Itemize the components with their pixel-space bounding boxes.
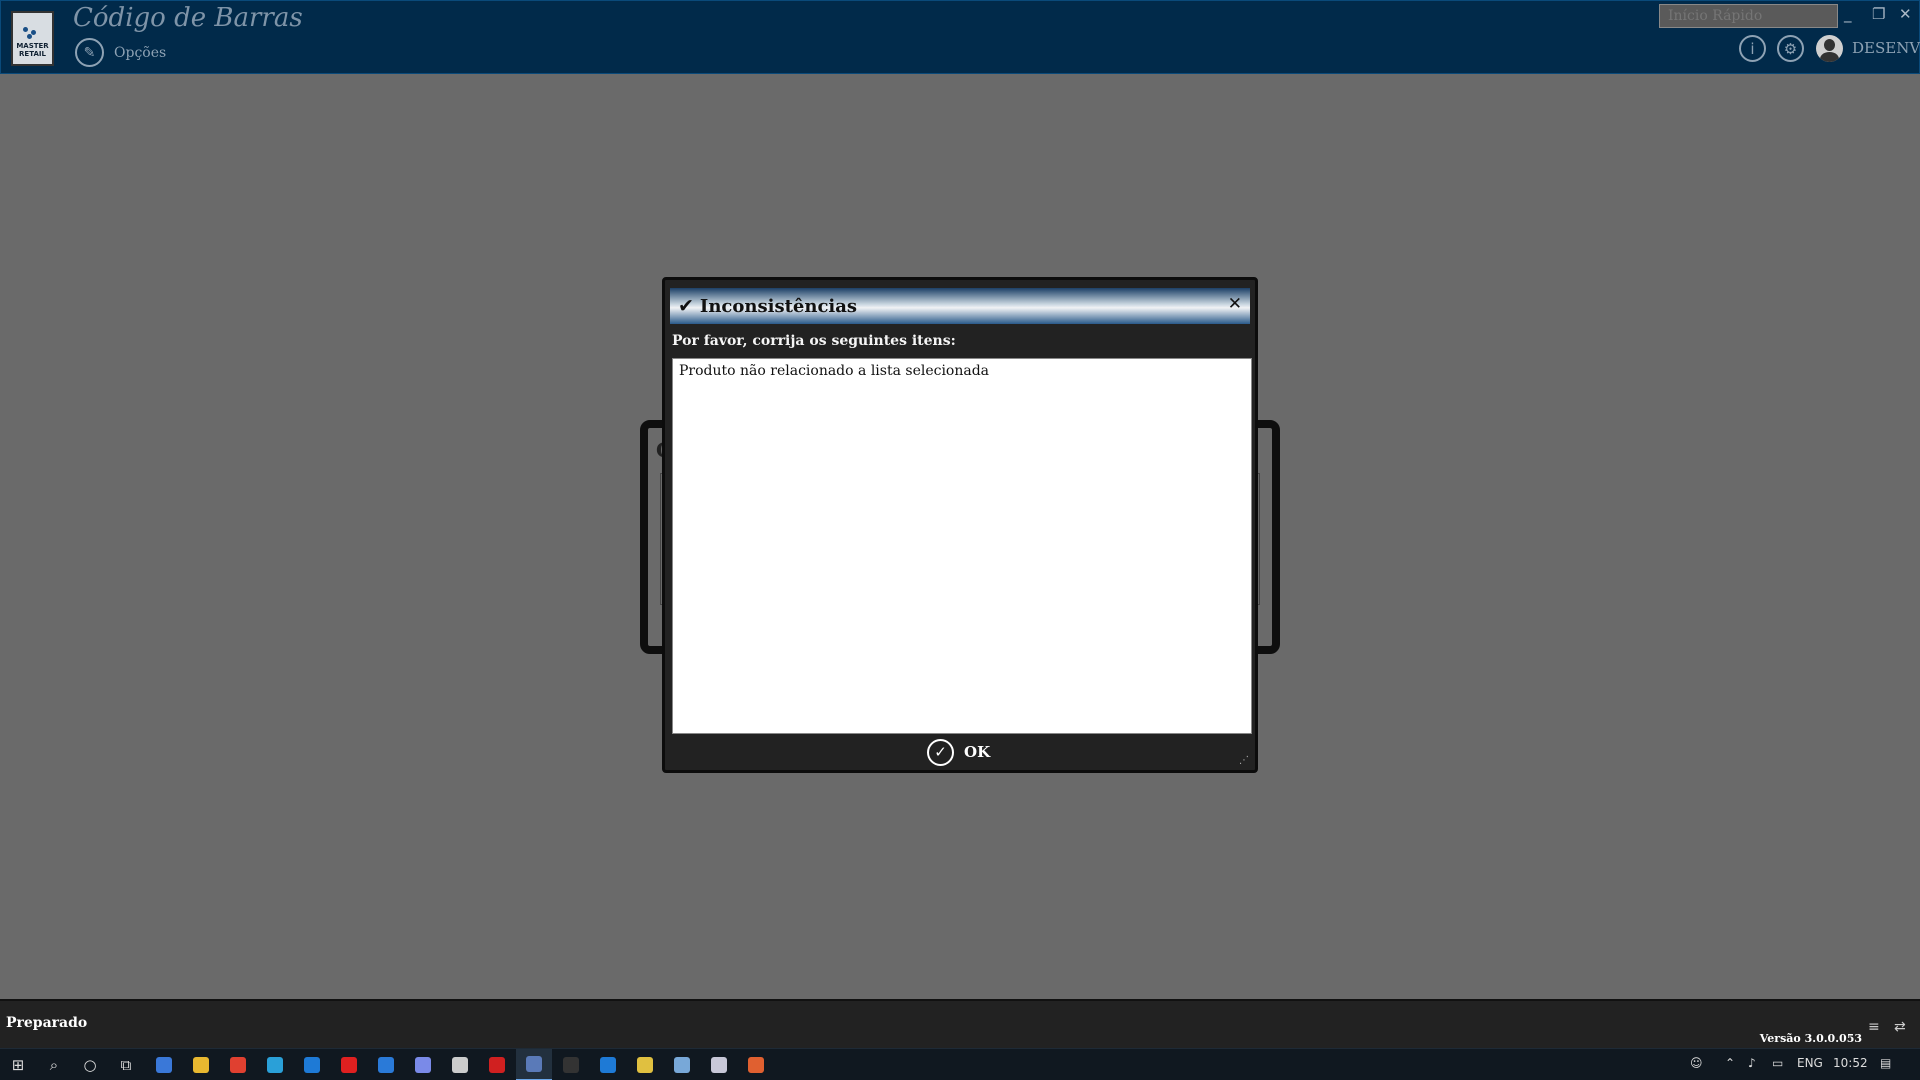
taskbar-edge-icon[interactable] — [257, 1049, 293, 1080]
database-icon: ≡ — [1868, 1019, 1880, 1035]
taskbar-app-blue-icon[interactable] — [664, 1049, 700, 1080]
master-retail-icon — [526, 1056, 542, 1072]
taskbar-master-retail-icon[interactable] — [516, 1049, 552, 1080]
app-generic-icon — [452, 1057, 468, 1073]
check-circle-icon: ✓ — [927, 738, 954, 766]
task-view-icon[interactable]: ⧉ — [108, 1049, 144, 1080]
taskbar-notepad-icon[interactable] — [627, 1049, 663, 1080]
opera-icon — [341, 1057, 357, 1073]
minimize-button[interactable]: _ — [1844, 5, 1852, 23]
ok-button[interactable]: ✓ OK — [927, 738, 990, 766]
tray-language[interactable]: ENG — [1797, 1056, 1823, 1070]
windows-taskbar: ⊞ ⌕ ○ ⧉ ☺ ⌃ ♪ ▭ ENG 10:52 ▤ — [0, 1048, 1920, 1080]
quick-start-input[interactable] — [1659, 4, 1838, 28]
battery-icon[interactable]: ▭ — [1772, 1056, 1783, 1070]
dialog-title: Inconsistências — [699, 295, 858, 317]
discord-icon — [415, 1057, 431, 1073]
mail-icon — [378, 1057, 394, 1073]
taskbar-vscode-icon[interactable] — [294, 1049, 330, 1080]
app-blue-icon — [674, 1057, 690, 1073]
network-icon: ⇄ — [1894, 1019, 1906, 1035]
file-explorer-icon — [193, 1057, 209, 1073]
taskbar-vscode-2-icon[interactable] — [590, 1049, 626, 1080]
inconsistencies-dialog: ✔ Inconsistências ✕ Por favor, corrija o… — [662, 277, 1258, 773]
status-text: Preparado — [6, 1015, 88, 1031]
volume-icon[interactable]: ♪ — [1748, 1056, 1756, 1070]
vscode-2-icon — [600, 1057, 616, 1073]
terminal-icon — [563, 1057, 579, 1073]
app-logo: MASTER RETAIL — [11, 11, 54, 66]
user-avatar[interactable] — [1816, 35, 1843, 62]
taskbar-app-orange-icon[interactable] — [738, 1049, 774, 1080]
check-icon: ✔ — [678, 295, 694, 317]
resize-grip-icon[interactable]: ⋰ — [1239, 755, 1249, 766]
taskbar-terminal-icon[interactable] — [553, 1049, 589, 1080]
version-label: Versão 3.0.0.053 — [1759, 1032, 1862, 1045]
options-menu[interactable]: ✎ Opções — [75, 38, 166, 67]
app-title: Código de Barras — [73, 3, 303, 33]
inconsistencies-list[interactable]: Produto não relacionado a lista selecion… — [672, 358, 1252, 734]
app-orange-icon — [748, 1057, 764, 1073]
app-header: MASTER RETAIL Código de Barras ✎ Opções … — [0, 0, 1920, 74]
search-icon[interactable]: ⌕ — [36, 1049, 72, 1080]
vscode-icon — [304, 1057, 320, 1073]
edge-icon — [267, 1057, 283, 1073]
app-cloud-icon — [711, 1057, 727, 1073]
username[interactable]: DESENV — [1852, 39, 1920, 57]
taskbar-app-red-icon[interactable] — [479, 1049, 515, 1080]
cortana-icon[interactable]: ○ — [72, 1049, 108, 1080]
notifications-icon[interactable]: ▤ — [1880, 1056, 1891, 1070]
ok-label: OK — [964, 743, 991, 761]
status-bar: Preparado Versão 3.0.0.053 ≡ ⇄ — [0, 999, 1920, 1048]
app-red-icon — [489, 1057, 505, 1073]
edit-icon: ✎ — [75, 38, 104, 67]
taskbar-app-generic-icon[interactable] — [442, 1049, 478, 1080]
taskbar-app-cloud-icon[interactable] — [701, 1049, 737, 1080]
restore-button[interactable]: ❐ — [1872, 5, 1885, 23]
dialog-prompt: Por favor, corrija os seguintes itens: — [672, 333, 956, 349]
close-app-button[interactable]: ✕ — [1899, 5, 1912, 23]
taskbar-mail-icon[interactable] — [368, 1049, 404, 1080]
taskbar-file-explorer-icon[interactable] — [183, 1049, 219, 1080]
taskbar-chrome-icon[interactable] — [220, 1049, 256, 1080]
notepad-icon — [637, 1057, 653, 1073]
logo-dots-icon — [23, 27, 43, 39]
tray-chevron-icon[interactable]: ⌃ — [1725, 1056, 1735, 1070]
logo-text: MASTER RETAIL — [16, 42, 49, 58]
dialog-titlebar[interactable]: ✔ Inconsistências ✕ — [670, 288, 1250, 324]
list-item: Produto não relacionado a lista selecion… — [679, 363, 990, 379]
settings-icon[interactable]: ⚙ — [1777, 35, 1804, 62]
dialog-close-button[interactable]: ✕ — [1228, 294, 1242, 314]
info-icon[interactable]: i — [1739, 35, 1766, 62]
store-icon — [156, 1057, 172, 1073]
start-button[interactable]: ⊞ — [0, 1049, 36, 1080]
options-label: Opções — [114, 44, 167, 61]
tray-clock[interactable]: 10:52 — [1833, 1056, 1868, 1070]
taskbar-store-icon[interactable] — [146, 1049, 182, 1080]
chrome-icon — [230, 1057, 246, 1073]
people-icon[interactable]: ☺ — [1690, 1056, 1703, 1070]
taskbar-discord-icon[interactable] — [405, 1049, 441, 1080]
taskbar-opera-icon[interactable] — [331, 1049, 367, 1080]
